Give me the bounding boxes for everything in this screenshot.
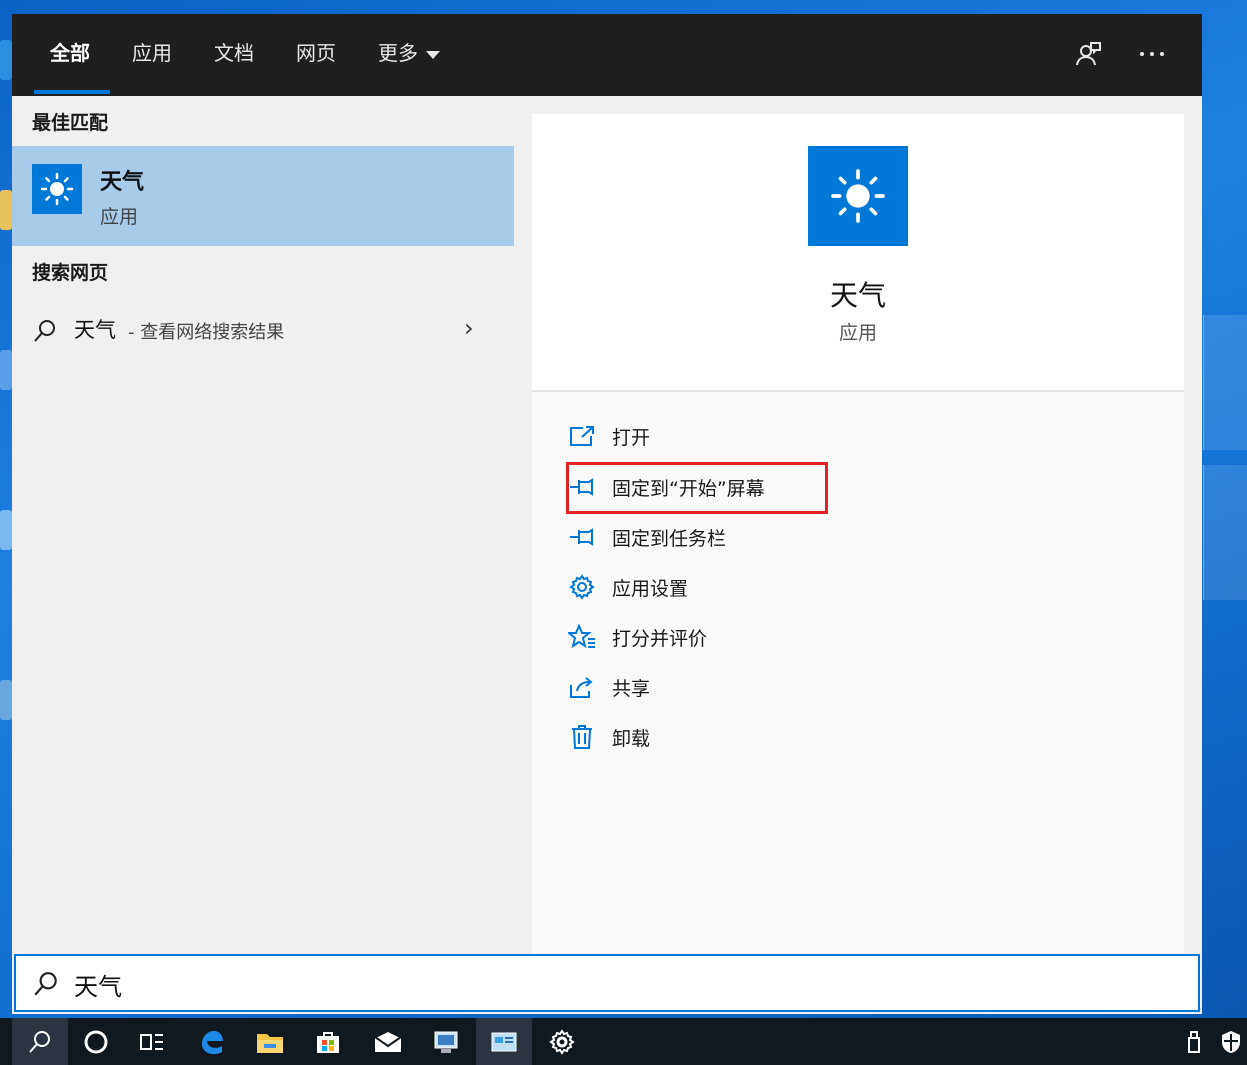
action-rate-review[interactable]: 打分并评价 [568,617,828,657]
search-icon [29,1030,50,1053]
action-app-settings-label: 应用设置 [612,577,689,600]
search-tabs-bar: 全部 应用 文档 网页 更多 [12,14,1202,96]
pin-icon [568,523,596,551]
tab-documents[interactable]: 文档 [214,38,254,68]
action-uninstall[interactable]: 卸载 [568,717,828,757]
feedback-icon[interactable] [1070,36,1106,72]
results-list: 最佳匹配 天气 应用 搜索网页 天气 - 查看网络搜索结果 › [12,96,514,954]
edge-icon [202,1030,223,1054]
share-icon [568,673,596,701]
cortana-button[interactable] [68,1018,124,1065]
app-detail-type: 应用 [838,322,877,344]
desktop-icon[interactable] [0,190,12,230]
cortana-icon [84,1030,108,1053]
settings-button[interactable] [534,1018,590,1065]
taskbar-search-button[interactable] [12,1018,68,1065]
action-open-label: 打开 [612,426,651,449]
pin-icon [568,473,596,501]
tab-more-label: 更多 [378,41,418,65]
action-rate-review-label: 打分并评价 [612,627,708,650]
task-view-button[interactable] [124,1018,180,1065]
action-share[interactable]: 共享 [568,667,828,707]
action-share-label: 共享 [612,677,651,700]
more-options-icon[interactable] [1134,36,1170,72]
tab-more[interactable]: 更多 [378,38,440,68]
tab-apps[interactable]: 应用 [132,38,172,68]
web-search-heading: 搜索网页 [32,262,109,284]
active-tab-indicator [34,90,110,94]
chevron-down-icon [426,50,440,59]
search-bar[interactable] [14,954,1200,1012]
desktop-icon[interactable] [0,510,12,550]
store-button[interactable] [300,1018,356,1065]
star-icon [568,623,596,651]
best-match-type: 应用 [100,206,139,228]
desktop-icon[interactable] [0,350,12,390]
best-match-result[interactable]: 天气 应用 [12,146,514,246]
mail-icon [374,1031,402,1052]
network-app-icon [434,1031,458,1053]
windows-logo [1203,465,1247,600]
usb-tray-icon[interactable] [1176,1018,1212,1065]
network-app-button[interactable] [418,1018,474,1065]
tab-web[interactable]: 网页 [296,38,336,68]
file-explorer-button[interactable] [242,1018,298,1065]
folder-icon [257,1033,283,1053]
gear-icon [549,1028,575,1055]
action-pin-to-taskbar[interactable]: 固定到任务栏 [568,517,828,557]
search-icon [34,320,55,342]
weather-app-large-icon [808,146,908,246]
windows-logo [1203,315,1247,450]
best-match-name: 天气 [100,170,145,195]
web-search-suffix: - 查看网络搜索结果 [128,322,285,343]
action-pin-to-taskbar-label: 固定到任务栏 [612,527,727,550]
open-icon [568,422,596,450]
action-app-settings[interactable]: 应用设置 [568,567,828,607]
weather-app-icon [32,164,82,214]
action-pin-to-start-label: 固定到“开始”屏幕 [612,477,765,500]
search-input[interactable] [72,964,1176,1004]
web-search-result[interactable]: 天气 - 查看网络搜索结果 › [12,304,514,354]
app-detail-pane: 天气 应用 打开 固定到“开始”屏幕 固定到任务栏 应用设置 打分并评价 共享 … [532,114,1184,954]
search-icon [34,972,57,996]
taskbar [0,1018,1247,1065]
app-detail-header: 天气 应用 [532,114,1184,392]
security-tray-icon[interactable] [1214,1018,1247,1065]
gear-icon [568,573,596,601]
search-panel: 全部 应用 文档 网页 更多 最佳匹配 天气 应用 搜索网页 天气 - 查看网络… [12,14,1202,1014]
tab-all[interactable]: 全部 [50,38,90,68]
desktop-icon[interactable] [0,680,12,720]
desktop-icon[interactable] [0,40,12,80]
app-detail-name: 天气 [829,279,886,312]
task-view-icon [140,1033,163,1050]
web-search-query: 天气 [74,318,116,342]
action-uninstall-label: 卸载 [612,727,651,750]
action-pin-to-start[interactable]: 固定到“开始”屏幕 [568,467,828,507]
mail-button[interactable] [360,1018,416,1065]
action-open[interactable]: 打开 [568,416,828,456]
control-panel-button[interactable] [476,1018,532,1065]
chevron-right-icon: › [464,314,474,342]
trash-icon [568,723,596,751]
control-panel-icon [491,1032,517,1051]
store-icon [317,1031,339,1053]
best-match-heading: 最佳匹配 [32,112,109,134]
edge-button[interactable] [184,1018,240,1065]
